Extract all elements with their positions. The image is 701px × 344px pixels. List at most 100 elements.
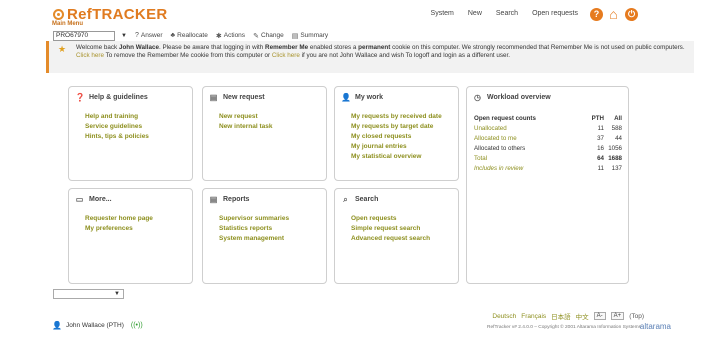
search-links: Open requests Simple request search Adva… <box>351 214 430 244</box>
link-statistical-overview[interactable]: My statistical overview <box>351 152 442 162</box>
notice-text: Welcome back John Wallace. Please be awa… <box>76 44 691 60</box>
clock-icon: ◷ <box>474 93 481 102</box>
panel-new-request: ▤ New request New request New internal t… <box>202 86 327 181</box>
link-help-training[interactable]: Help and training <box>85 112 149 122</box>
panel-help: ❓ Help & guidelines Help and training Se… <box>68 86 193 181</box>
link-statistics-reports[interactable]: Statistics reports <box>219 224 289 234</box>
reallocate-button[interactable]: ♣ Reallocate <box>171 32 208 39</box>
row-pth: 64 <box>597 154 604 162</box>
request-id-select[interactable]: PRO67970 <box>53 30 115 41</box>
lang-deutsch[interactable]: Deutsch <box>492 313 516 320</box>
row-pth: 16 <box>597 144 604 152</box>
reports-links: Supervisor summaries Statistics reports … <box>219 214 289 244</box>
summary-button[interactable]: ▤ Summary <box>292 32 328 40</box>
power-icon[interactable]: ⏻ <box>625 8 638 21</box>
nav-new[interactable]: New <box>468 10 482 17</box>
feed-icon[interactable]: ((•)) <box>131 322 143 329</box>
panel-title: Workload overview <box>487 94 551 101</box>
link-open-requests[interactable]: Open requests <box>351 214 430 224</box>
link-closed-requests[interactable]: My closed requests <box>351 132 442 142</box>
nav-open-requests[interactable]: Open requests <box>532 10 578 17</box>
nav-system[interactable]: System <box>431 10 454 17</box>
panel-search-header: ⌕ Search <box>341 195 378 204</box>
row-label[interactable]: Total <box>474 155 590 162</box>
home-icon[interactable]: ⌂ <box>607 7 620 21</box>
link-my-preferences[interactable]: My preferences <box>85 224 153 234</box>
workload-table: Open request counts PTH All Unallocated … <box>474 113 622 173</box>
panel-reports: ▤ Reports Supervisor summaries Statistic… <box>202 188 327 284</box>
summary-icon: ▤ <box>291 32 299 40</box>
table-row[interactable]: Total 64 1688 <box>474 153 622 163</box>
lang-francais[interactable]: Français <box>521 313 546 320</box>
actions-icon: ✱ <box>215 32 222 40</box>
panel-title: My work <box>355 94 384 101</box>
summary-label: Summary <box>300 32 329 39</box>
row-all: 137 <box>611 164 622 172</box>
link-advanced-search[interactable]: Advanced request search <box>351 234 430 244</box>
font-smaller-button[interactable]: A- <box>593 312 606 320</box>
panel-help-header: ❓ Help & guidelines <box>75 93 148 102</box>
actions-label: Actions <box>223 32 246 39</box>
link-requests-received[interactable]: My requests by received date <box>351 112 442 122</box>
panel-title: Help & guidelines <box>89 94 148 101</box>
table-row[interactable]: Allocated to me 37 44 <box>474 133 622 143</box>
search-icon: ⌕ <box>343 195 348 204</box>
logoff-link[interactable]: Click here <box>272 52 300 59</box>
help-circle-icon: ❓ <box>75 93 85 102</box>
panel-title: Reports <box>223 196 250 203</box>
lang-japanese[interactable]: 日本語 <box>551 311 571 321</box>
notice-part: . Please be aware that logging in with <box>158 44 266 51</box>
remove-cookie-link[interactable]: Click here <box>76 52 104 59</box>
link-new-request[interactable]: New request <box>219 112 272 122</box>
remember-me-notice: ★ Welcome back John Wallace. Please be a… <box>46 41 694 73</box>
row-label[interactable]: Unallocated <box>474 125 590 132</box>
panel-more-header: ▭ More... <box>75 195 112 204</box>
altarama-logo[interactable]: altarama <box>640 322 671 331</box>
lang-chinese[interactable]: 中文 <box>576 311 589 321</box>
link-requester-home[interactable]: Requester home page <box>85 214 153 224</box>
row-label[interactable]: Allocated to others <box>474 145 590 152</box>
link-system-management[interactable]: System management <box>219 234 289 244</box>
notice-remember-me: Remember Me <box>265 44 309 51</box>
top-nav: System New Search Open requests <box>431 10 578 17</box>
actions-button[interactable]: ✱ Actions <box>216 32 245 40</box>
change-button[interactable]: ✎ Change <box>253 32 284 40</box>
toolbar: PRO67970 ▼ ? Answer ♣ Reallocate ✱ Actio… <box>53 30 328 41</box>
row-all: 588 <box>611 124 622 132</box>
panel-search: ⌕ Search Open requests Simple request se… <box>334 188 459 284</box>
link-supervisor-summaries[interactable]: Supervisor summaries <box>219 214 289 224</box>
user-icon: 👤 <box>52 321 62 330</box>
notice-user: John Wallace <box>118 44 159 51</box>
more-links: Requester home page My preferences <box>85 214 153 234</box>
table-row[interactable]: Allocated to others 16 1056 <box>474 143 622 153</box>
answer-button[interactable]: ? Answer <box>135 32 163 39</box>
link-journal-entries[interactable]: My journal entries <box>351 142 442 152</box>
help-icon[interactable]: ? <box>590 8 603 21</box>
nav-search[interactable]: Search <box>496 10 518 17</box>
language-bar: Deutsch Français 日本語 中文 A- A+ (Top) <box>492 311 644 321</box>
panel-title: More... <box>89 196 112 203</box>
row-label[interactable]: Allocated to me <box>474 135 590 142</box>
row-label[interactable]: Includes in review <box>474 165 590 172</box>
link-hints-tips[interactable]: Hints, tips & policies <box>85 132 149 142</box>
link-service-guidelines[interactable]: Service guidelines <box>85 122 149 132</box>
panel-reports-header: ▤ Reports <box>209 195 250 204</box>
brand-label: altarama <box>639 322 671 331</box>
footer-select[interactable]: ▼ <box>53 289 124 299</box>
notice-part: cookie on this computer. We strongly rec… <box>390 44 685 51</box>
link-requests-target[interactable]: My requests by target date <box>351 122 442 132</box>
header: RefTRACKER Main Menu System New Search O… <box>0 0 701 30</box>
top-link[interactable]: (Top) <box>629 313 644 320</box>
panel-my-work-header: 👤 My work <box>341 93 383 102</box>
chevron-down-icon[interactable]: ▼ <box>121 33 127 39</box>
font-larger-button[interactable]: A+ <box>610 312 625 320</box>
window-icon: ▭ <box>75 195 84 204</box>
users-icon: ♣ <box>170 32 176 39</box>
link-new-internal-task[interactable]: New internal task <box>219 122 272 132</box>
row-all: 44 <box>615 134 622 142</box>
link-simple-search[interactable]: Simple request search <box>351 224 430 234</box>
table-row[interactable]: Includes in review 11 137 <box>474 163 622 173</box>
table-row[interactable]: Unallocated 11 588 <box>474 123 622 133</box>
panel-my-work: 👤 My work My requests by received date M… <box>334 86 459 181</box>
edit-icon: ✎ <box>253 32 259 40</box>
